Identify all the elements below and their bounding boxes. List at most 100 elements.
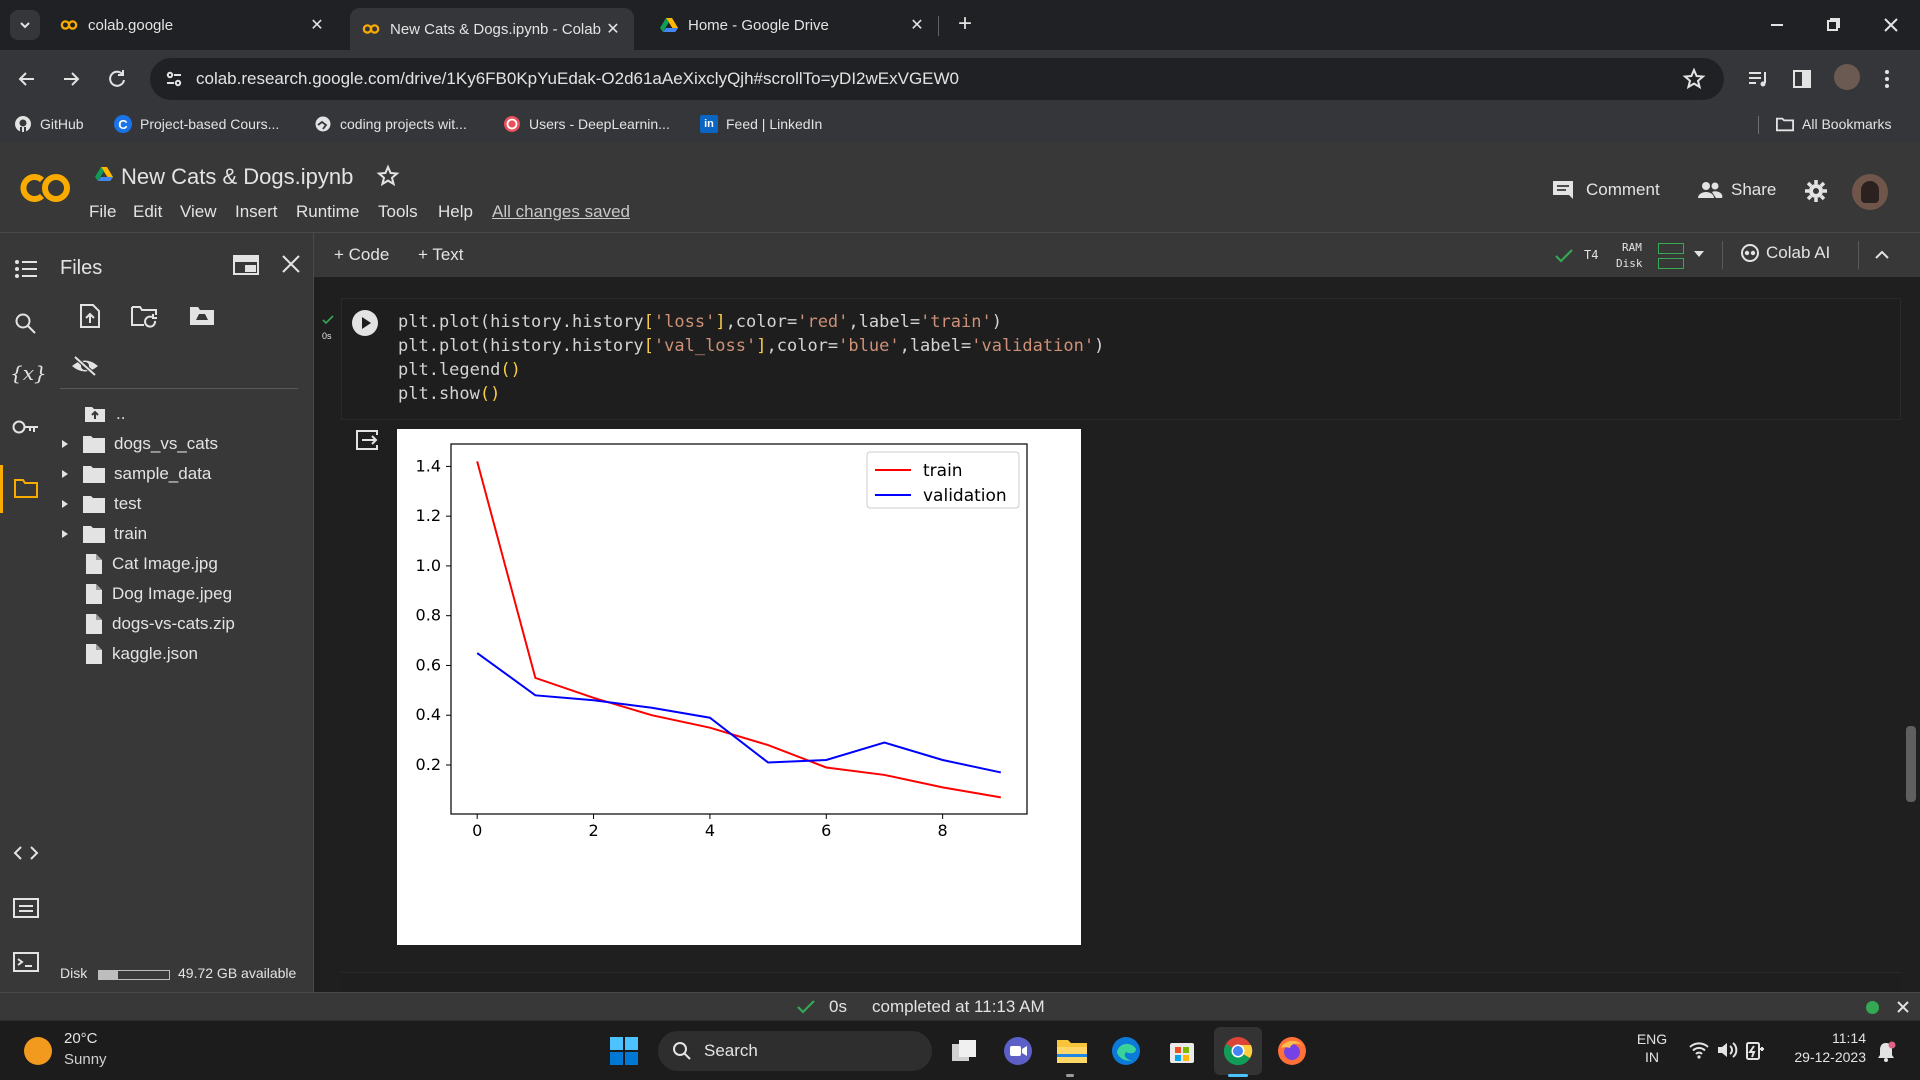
notebook-title[interactable]: New Cats & Dogs.ipynb — [121, 164, 353, 190]
firefox-icon[interactable] — [1274, 1033, 1310, 1069]
wifi-icon[interactable] — [1688, 1041, 1710, 1064]
runtime-dropdown-icon[interactable] — [1692, 247, 1706, 266]
open-in-tab-icon[interactable] — [232, 253, 260, 282]
clock[interactable]: 11:14 29-12-2023 — [1786, 1030, 1866, 1065]
search-icon[interactable] — [13, 311, 37, 340]
folder-item[interactable]: dogs_vs_cats — [52, 431, 218, 457]
menu-view[interactable]: View — [180, 202, 217, 222]
upload-file-icon[interactable] — [78, 303, 102, 334]
close-icon[interactable]: ✕ — [604, 19, 622, 39]
expand-caret-icon[interactable] — [60, 528, 70, 540]
folder-icon[interactable] — [13, 477, 39, 504]
bookmark-deeplearning-users[interactable]: Users - DeepLearnin... — [503, 115, 670, 133]
close-panel-icon[interactable] — [280, 253, 302, 280]
bookmark-coding-projects[interactable]: coding projects wit... — [314, 115, 467, 133]
bookmark-linkedin-feed[interactable]: in Feed | LinkedIn — [700, 115, 822, 133]
tab-google-drive[interactable]: Home - Google Drive ✕ — [648, 8, 938, 42]
x-tick-label: 6 — [821, 821, 831, 840]
battery-charging-icon[interactable] — [1744, 1039, 1766, 1066]
comment-button[interactable]: Comment — [1552, 180, 1660, 200]
bookmark-github[interactable]: GitHub — [14, 115, 84, 133]
mount-drive-icon[interactable] — [188, 303, 216, 334]
menu-tools[interactable]: Tools — [378, 202, 418, 222]
side-panel-icon[interactable] — [1790, 67, 1814, 96]
expand-caret-icon[interactable] — [60, 438, 70, 450]
menu-runtime[interactable]: Runtime — [296, 202, 359, 222]
colab-ai-button[interactable]: Colab AI — [1740, 243, 1830, 263]
back-button[interactable] — [14, 66, 40, 97]
table-of-contents-icon[interactable] — [14, 259, 38, 284]
user-avatar[interactable] — [1852, 174, 1888, 210]
output-actions-icon[interactable] — [354, 428, 380, 457]
bookmark-star-icon[interactable] — [1682, 67, 1706, 96]
parent-directory-item[interactable]: .. — [84, 401, 125, 427]
minimize-button[interactable] — [1762, 10, 1792, 40]
restore-button[interactable] — [1818, 10, 1848, 40]
volume-icon[interactable] — [1716, 1041, 1738, 1064]
menu-help[interactable]: Help — [438, 202, 473, 222]
scrollbar-thumb[interactable] — [1906, 726, 1916, 802]
task-view-icon[interactable] — [946, 1033, 982, 1069]
colab-logo[interactable] — [18, 172, 72, 209]
next-cell[interactable] — [341, 972, 1901, 992]
menu-file[interactable]: File — [89, 202, 116, 222]
sun-icon[interactable] — [24, 1037, 52, 1065]
tab-notebook[interactable]: New Cats & Dogs.ipynb - Colab ✕ — [350, 8, 634, 50]
code-snippets-icon[interactable] — [12, 843, 40, 868]
edge-icon[interactable] — [1108, 1033, 1144, 1069]
notifications-bell-icon[interactable] — [1876, 1041, 1896, 1068]
add-code-button[interactable]: + Code — [334, 245, 389, 265]
taskbar-search-box[interactable]: Search — [658, 1031, 932, 1071]
site-info-icon[interactable] — [164, 69, 184, 94]
menu-edit[interactable]: Edit — [133, 202, 162, 222]
microsoft-store-icon[interactable] — [1164, 1033, 1200, 1069]
close-window-button[interactable] — [1876, 10, 1906, 40]
windows-start-icon[interactable] — [606, 1033, 642, 1069]
close-icon[interactable]: ✕ — [908, 15, 926, 35]
menu-insert[interactable]: Insert — [235, 202, 278, 222]
weather-desc[interactable]: Sunny — [64, 1051, 107, 1068]
add-text-button[interactable]: + Text — [418, 245, 464, 265]
file-item[interactable]: Cat Image.jpg — [52, 551, 218, 577]
close-icon[interactable]: ✕ — [308, 15, 326, 35]
y-tick-label: 1.0 — [416, 556, 441, 575]
folder-item[interactable]: sample_data — [52, 461, 211, 487]
expand-caret-icon[interactable] — [60, 468, 70, 480]
new-tab-button[interactable]: + — [950, 10, 980, 40]
collapse-header-icon[interactable] — [1872, 245, 1892, 270]
tab-colab-google[interactable]: colab.google ✕ — [48, 8, 338, 42]
refresh-folder-icon[interactable] — [130, 303, 160, 334]
chrome-icon[interactable] — [1220, 1033, 1256, 1069]
file-item[interactable]: Dog Image.jpeg — [52, 581, 232, 607]
forward-button[interactable] — [58, 66, 84, 97]
star-icon[interactable] — [376, 164, 400, 193]
all-bookmarks-button[interactable]: All Bookmarks — [1776, 115, 1891, 133]
share-button[interactable]: Share — [1697, 180, 1776, 200]
file-item[interactable]: dogs-vs-cats.zip — [52, 611, 235, 637]
media-controls-icon[interactable] — [1746, 67, 1770, 96]
teams-meet-icon[interactable] — [1000, 1033, 1036, 1069]
address-bar[interactable]: colab.research.google.com/drive/1Ky6FB0K… — [150, 58, 1724, 100]
bookmark-project-based-courses[interactable]: C Project-based Cours... — [114, 115, 279, 133]
tab-search-button[interactable] — [10, 10, 40, 40]
file-explorer-icon[interactable] — [1054, 1033, 1090, 1069]
secrets-key-icon[interactable] — [12, 419, 40, 440]
profile-avatar[interactable] — [1834, 64, 1860, 90]
expand-caret-icon[interactable] — [60, 498, 70, 510]
close-status-icon[interactable] — [1896, 999, 1910, 1019]
toggle-hidden-files-icon[interactable] — [70, 355, 100, 382]
runtime-status[interactable]: T4 RAM Disk — [1554, 241, 1704, 271]
language-indicator[interactable]: ENG IN — [1636, 1031, 1668, 1065]
terminal-icon[interactable] — [12, 951, 40, 978]
folder-item[interactable]: test — [52, 491, 141, 517]
chrome-menu-icon[interactable] — [1882, 67, 1892, 96]
variables-icon[interactable]: {x} — [10, 361, 47, 385]
save-status-link[interactable]: All changes saved — [492, 202, 630, 222]
weather-temp[interactable]: 20°C — [64, 1030, 98, 1047]
settings-gear-icon[interactable] — [1804, 179, 1828, 208]
reload-button[interactable] — [104, 66, 130, 97]
command-palette-icon[interactable] — [12, 897, 40, 924]
folder-item[interactable]: train — [52, 521, 147, 547]
file-item[interactable]: kaggle.json — [52, 641, 198, 667]
run-cell-button[interactable] — [352, 310, 378, 336]
